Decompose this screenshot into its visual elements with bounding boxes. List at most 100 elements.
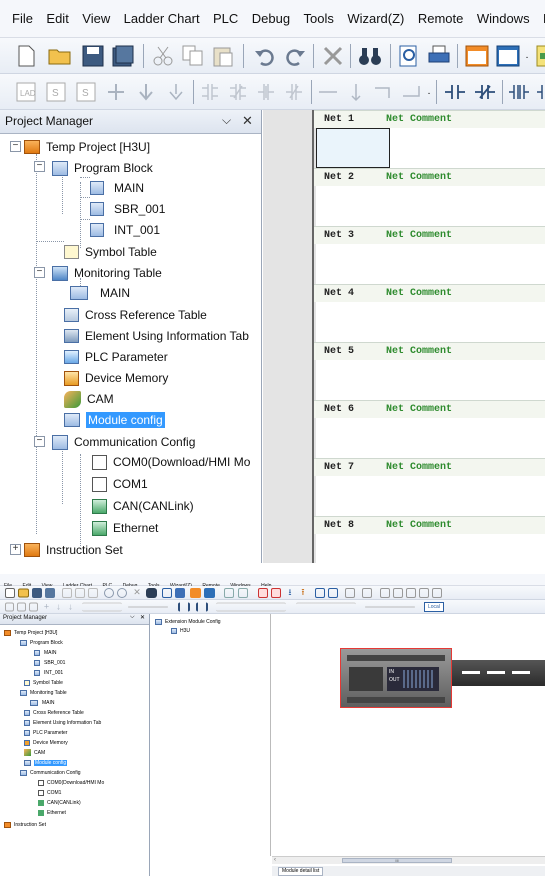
cut-icon[interactable] xyxy=(150,43,176,69)
module-graphic-area[interactable]: IN OUT xyxy=(272,614,545,856)
tree-node-sbr[interactable]: SBR_001 xyxy=(90,199,165,219)
collapse-toggle-icon[interactable]: − xyxy=(34,267,45,278)
dropdown-arrow-icon[interactable]: . xyxy=(522,43,532,69)
tree-node-can[interactable]: CAN(CANLink) xyxy=(38,798,81,807)
new-file-icon[interactable] xyxy=(5,587,15,598)
tree-node-instruction-set[interactable]: Instruction Set xyxy=(4,820,46,829)
net-comment[interactable]: Net Comment xyxy=(386,404,452,415)
print-preview-icon[interactable] xyxy=(396,43,422,69)
tree-node-monitoring-table[interactable]: Monitoring Table xyxy=(52,263,162,283)
download-icon[interactable]: ⭳ xyxy=(285,587,295,598)
local-button[interactable]: Local xyxy=(424,602,444,612)
menu-view[interactable]: View xyxy=(82,0,110,38)
hline-icon[interactable] xyxy=(365,606,415,607)
contact-no-icon[interactable] xyxy=(442,80,468,104)
module-icon[interactable] xyxy=(238,587,248,598)
menu-ladder-chart[interactable]: Ladder Chart xyxy=(124,0,200,38)
net-comment[interactable]: Net Comment xyxy=(386,462,452,473)
pin-icon[interactable]: ⌵ xyxy=(130,614,135,621)
print-icon[interactable] xyxy=(426,43,452,69)
copy-icon[interactable] xyxy=(75,587,85,598)
contact-nc-icon[interactable] xyxy=(196,602,208,611)
scroll-thumb[interactable]: III xyxy=(342,858,452,863)
print-preview-icon[interactable] xyxy=(162,587,172,598)
tab-module-detail-list[interactable]: Module detail list xyxy=(278,867,324,876)
tree-node-int[interactable]: INT_001 xyxy=(34,668,63,677)
undo-icon[interactable] xyxy=(104,587,114,598)
menu-windows[interactable]: Windows xyxy=(477,0,530,38)
output-window-icon[interactable] xyxy=(204,587,215,598)
tool-icon[interactable] xyxy=(380,587,390,598)
il-mode-icon[interactable] xyxy=(29,602,38,611)
save-icon[interactable] xyxy=(32,587,42,598)
stop-icon[interactable] xyxy=(271,587,281,598)
scroll-left-icon[interactable]: ‹ xyxy=(274,857,276,863)
delete-icon[interactable] xyxy=(320,43,346,69)
insert-row-icon[interactable] xyxy=(104,80,128,104)
net-comment[interactable]: Net Comment xyxy=(386,230,452,241)
contact-parallel-nc-icon[interactable] xyxy=(226,80,250,104)
ladder-mode-icon[interactable]: LAD xyxy=(14,80,38,104)
redo-icon[interactable] xyxy=(117,587,127,598)
tool-icon[interactable] xyxy=(345,587,355,598)
contact-rise-icon[interactable] xyxy=(254,80,278,104)
menu-debug[interactable]: Debug xyxy=(252,0,290,38)
contact-group-icon[interactable] xyxy=(216,602,286,611)
tree-node-module-config[interactable]: Module config xyxy=(24,758,68,767)
vline-icon[interactable] xyxy=(344,80,368,104)
tree-node-cross-reference[interactable]: Cross Reference Table xyxy=(64,305,207,325)
menu-remote[interactable]: Remote xyxy=(418,0,464,38)
hline-icon[interactable] xyxy=(128,606,168,607)
tree-node-cross-reference[interactable]: Cross Reference Table xyxy=(24,708,84,717)
tree-node-com1[interactable]: COM1 xyxy=(92,474,148,494)
save-icon[interactable] xyxy=(80,43,106,69)
module-icon[interactable] xyxy=(224,587,234,598)
contact-p-nc-icon[interactable] xyxy=(534,80,545,104)
find-binoculars-icon[interactable] xyxy=(146,587,157,598)
insert-down-icon[interactable]: ↓ xyxy=(54,602,63,612)
expand-toggle-icon[interactable]: + xyxy=(10,544,21,555)
tree-node-plc-parameter[interactable]: PLC Parameter xyxy=(64,347,168,367)
tree-node-sbr[interactable]: SBR_001 xyxy=(34,658,65,667)
ladder-cursor-cell[interactable] xyxy=(316,128,390,168)
net-comment[interactable]: Net Comment xyxy=(386,172,452,183)
tree-node-can[interactable]: CAN(CANLink) xyxy=(92,496,194,516)
tree-node-extension-module[interactable]: Extension Module Config xyxy=(155,617,221,626)
open-folder-icon[interactable] xyxy=(18,588,29,597)
contact-group-icon[interactable] xyxy=(82,602,122,611)
tree-node-cam[interactable]: CAM xyxy=(24,748,45,757)
monitor-table-icon[interactable] xyxy=(328,587,338,598)
tool-icon[interactable] xyxy=(362,587,372,598)
tree-node-element-using[interactable]: Element Using Information Tab xyxy=(64,326,249,346)
tree-node-main[interactable]: MAIN xyxy=(34,648,57,657)
contact-fall-icon[interactable] xyxy=(282,80,306,104)
run-icon[interactable] xyxy=(258,587,268,598)
tree-node-device-memory[interactable]: Device Memory xyxy=(24,738,68,747)
tree-node-int[interactable]: INT_001 xyxy=(90,220,160,240)
tree-node-program-block[interactable]: Program Block xyxy=(20,638,63,647)
tree-node-program-block[interactable]: Program Block xyxy=(52,158,153,178)
branch-end-icon[interactable] xyxy=(400,80,424,104)
tree-node-communication-config[interactable]: Communication Config xyxy=(20,768,81,777)
copy-icon[interactable] xyxy=(180,43,206,69)
tree-node-cam[interactable]: CAM xyxy=(64,389,114,409)
module-icon[interactable] xyxy=(534,43,545,69)
coil-group-icon[interactable] xyxy=(296,602,356,611)
dropdown-arrow-icon[interactable]: . xyxy=(424,80,434,104)
paste-icon[interactable] xyxy=(210,43,236,69)
upload-icon[interactable]: ⭱ xyxy=(298,587,308,598)
hline-icon[interactable] xyxy=(316,80,340,104)
sfc-mode-icon[interactable] xyxy=(17,602,26,611)
monitor-icon[interactable] xyxy=(315,587,325,598)
tree-node-project[interactable]: Temp Project [H3U] xyxy=(4,628,57,637)
tree-node-plc-parameter[interactable]: PLC Parameter xyxy=(24,728,67,737)
print-icon[interactable] xyxy=(175,587,185,598)
tree-node-main[interactable]: MAIN xyxy=(90,178,144,198)
pin-icon[interactable]: ⌵ xyxy=(222,113,231,128)
tree-node-element-using[interactable]: Element Using Information Tab xyxy=(24,718,101,727)
tool-icon[interactable] xyxy=(419,587,429,598)
il-mode-icon[interactable]: S xyxy=(74,80,98,104)
find-binoculars-icon[interactable] xyxy=(356,43,384,69)
redo-icon[interactable] xyxy=(282,43,308,69)
tree-node-monitoring-main[interactable]: MAIN xyxy=(30,698,55,707)
